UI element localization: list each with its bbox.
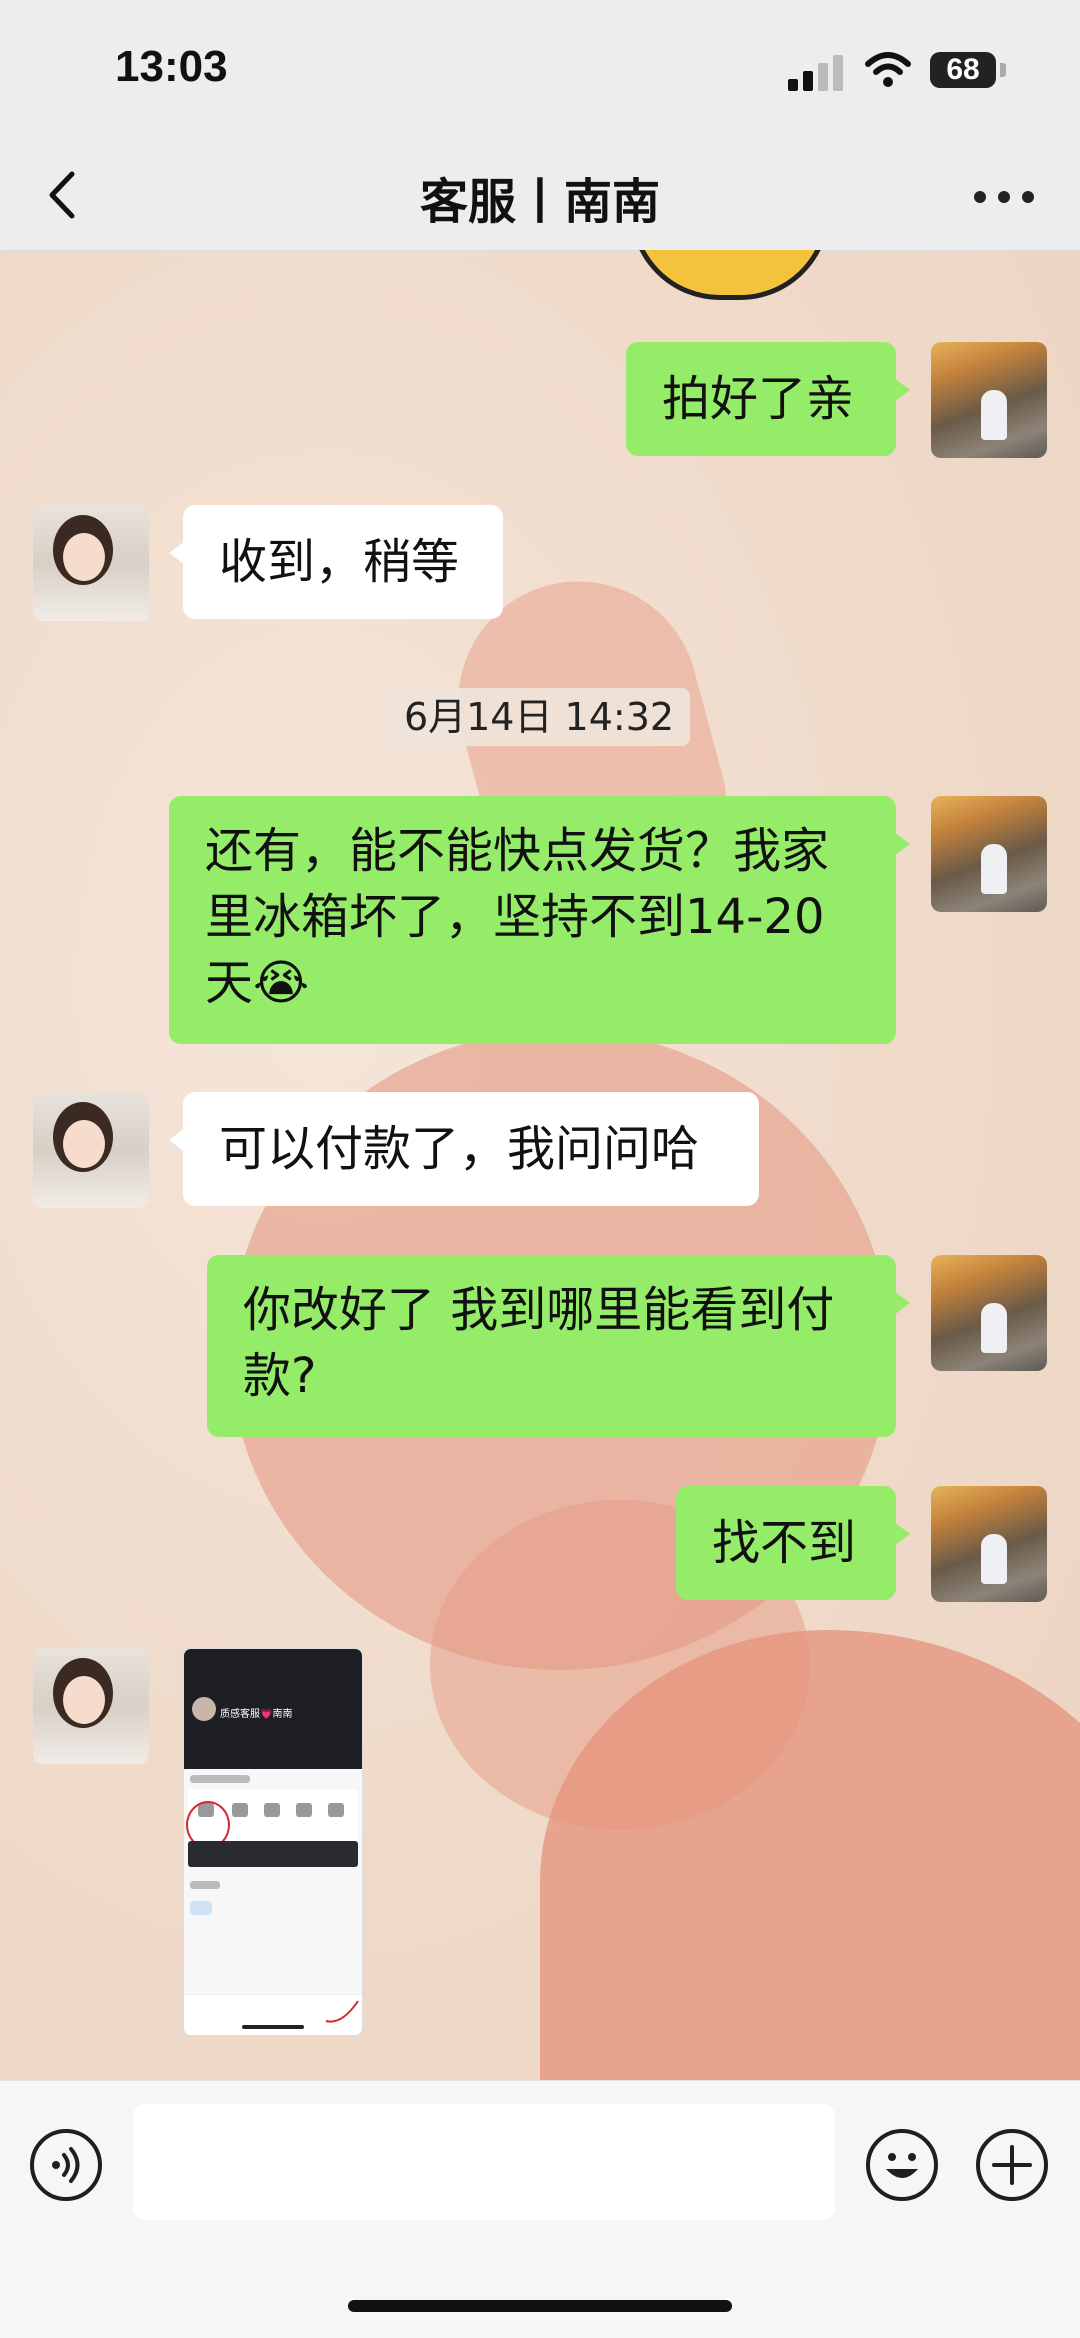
agent-avatar[interactable] <box>33 505 149 621</box>
message-text: 还有，能不能快点发货？我家里冰箱坏了，坚持不到14-20天😭 <box>205 823 830 1011</box>
my-avatar[interactable] <box>931 796 1047 912</box>
screenshot-home-indicator <box>242 2025 304 2029</box>
screenshot-dark-card <box>188 1841 358 1867</box>
home-indicator[interactable] <box>348 2300 732 2312</box>
message-bubble-sent[interactable]: 拍好了亲 <box>626 342 910 456</box>
status-time: 13:03 <box>115 42 228 91</box>
agent-avatar[interactable] <box>33 1648 149 1764</box>
my-avatar[interactable] <box>931 1486 1047 1602</box>
my-avatar[interactable] <box>931 1255 1047 1371</box>
screenshot-image-message[interactable]: 质感客服💗南南 <box>183 1648 363 2036</box>
message-text: 你改好了 我到哪里能看到付款? <box>243 1282 835 1404</box>
message-input[interactable] <box>133 2104 835 2220</box>
message-bubble-received[interactable]: 收到，稍等 <box>169 505 503 619</box>
sticker-image[interactable] <box>610 250 860 300</box>
my-avatar[interactable] <box>931 342 1047 458</box>
voice-icon[interactable] <box>30 2129 102 2201</box>
message-text: 收到，稍等 <box>219 534 460 590</box>
message-timestamp: 6月14日 14:32 <box>388 688 690 746</box>
plus-icon[interactable] <box>976 2129 1048 2201</box>
chat-header: 客服丨南南 <box>0 140 1080 251</box>
battery-indicator: 68 <box>930 52 996 88</box>
message-bubble-sent[interactable]: 还有，能不能快点发货？我家里冰箱坏了，坚持不到14-20天😭 <box>169 796 910 1044</box>
wifi-icon <box>865 52 911 87</box>
message-text: 拍好了亲 <box>662 371 855 427</box>
status-bar: 13:03 68 <box>0 0 1080 140</box>
cellular-signal-icon <box>788 55 844 91</box>
battery-tip <box>1000 63 1006 77</box>
message-text: 可以付款了，我问问哈 <box>219 1121 700 1177</box>
screenshot-header: 质感客服💗南南 <box>184 1649 362 1769</box>
message-bubble-received[interactable]: 可以付款了，我问问哈 <box>169 1092 759 1206</box>
message-bubble-sent[interactable]: 你改好了 我到哪里能看到付款? <box>207 1255 910 1437</box>
screenshot-account-name: 质感客服💗南南 <box>220 1709 293 1720</box>
message-text: 找不到 <box>712 1515 857 1571</box>
chat-title: 客服丨南南 <box>419 174 660 230</box>
message-bubble-sent[interactable]: 找不到 <box>676 1486 910 1600</box>
agent-avatar[interactable] <box>33 1092 149 1208</box>
more-dots-icon[interactable] <box>970 165 1050 225</box>
emoji-icon[interactable] <box>866 2129 938 2201</box>
